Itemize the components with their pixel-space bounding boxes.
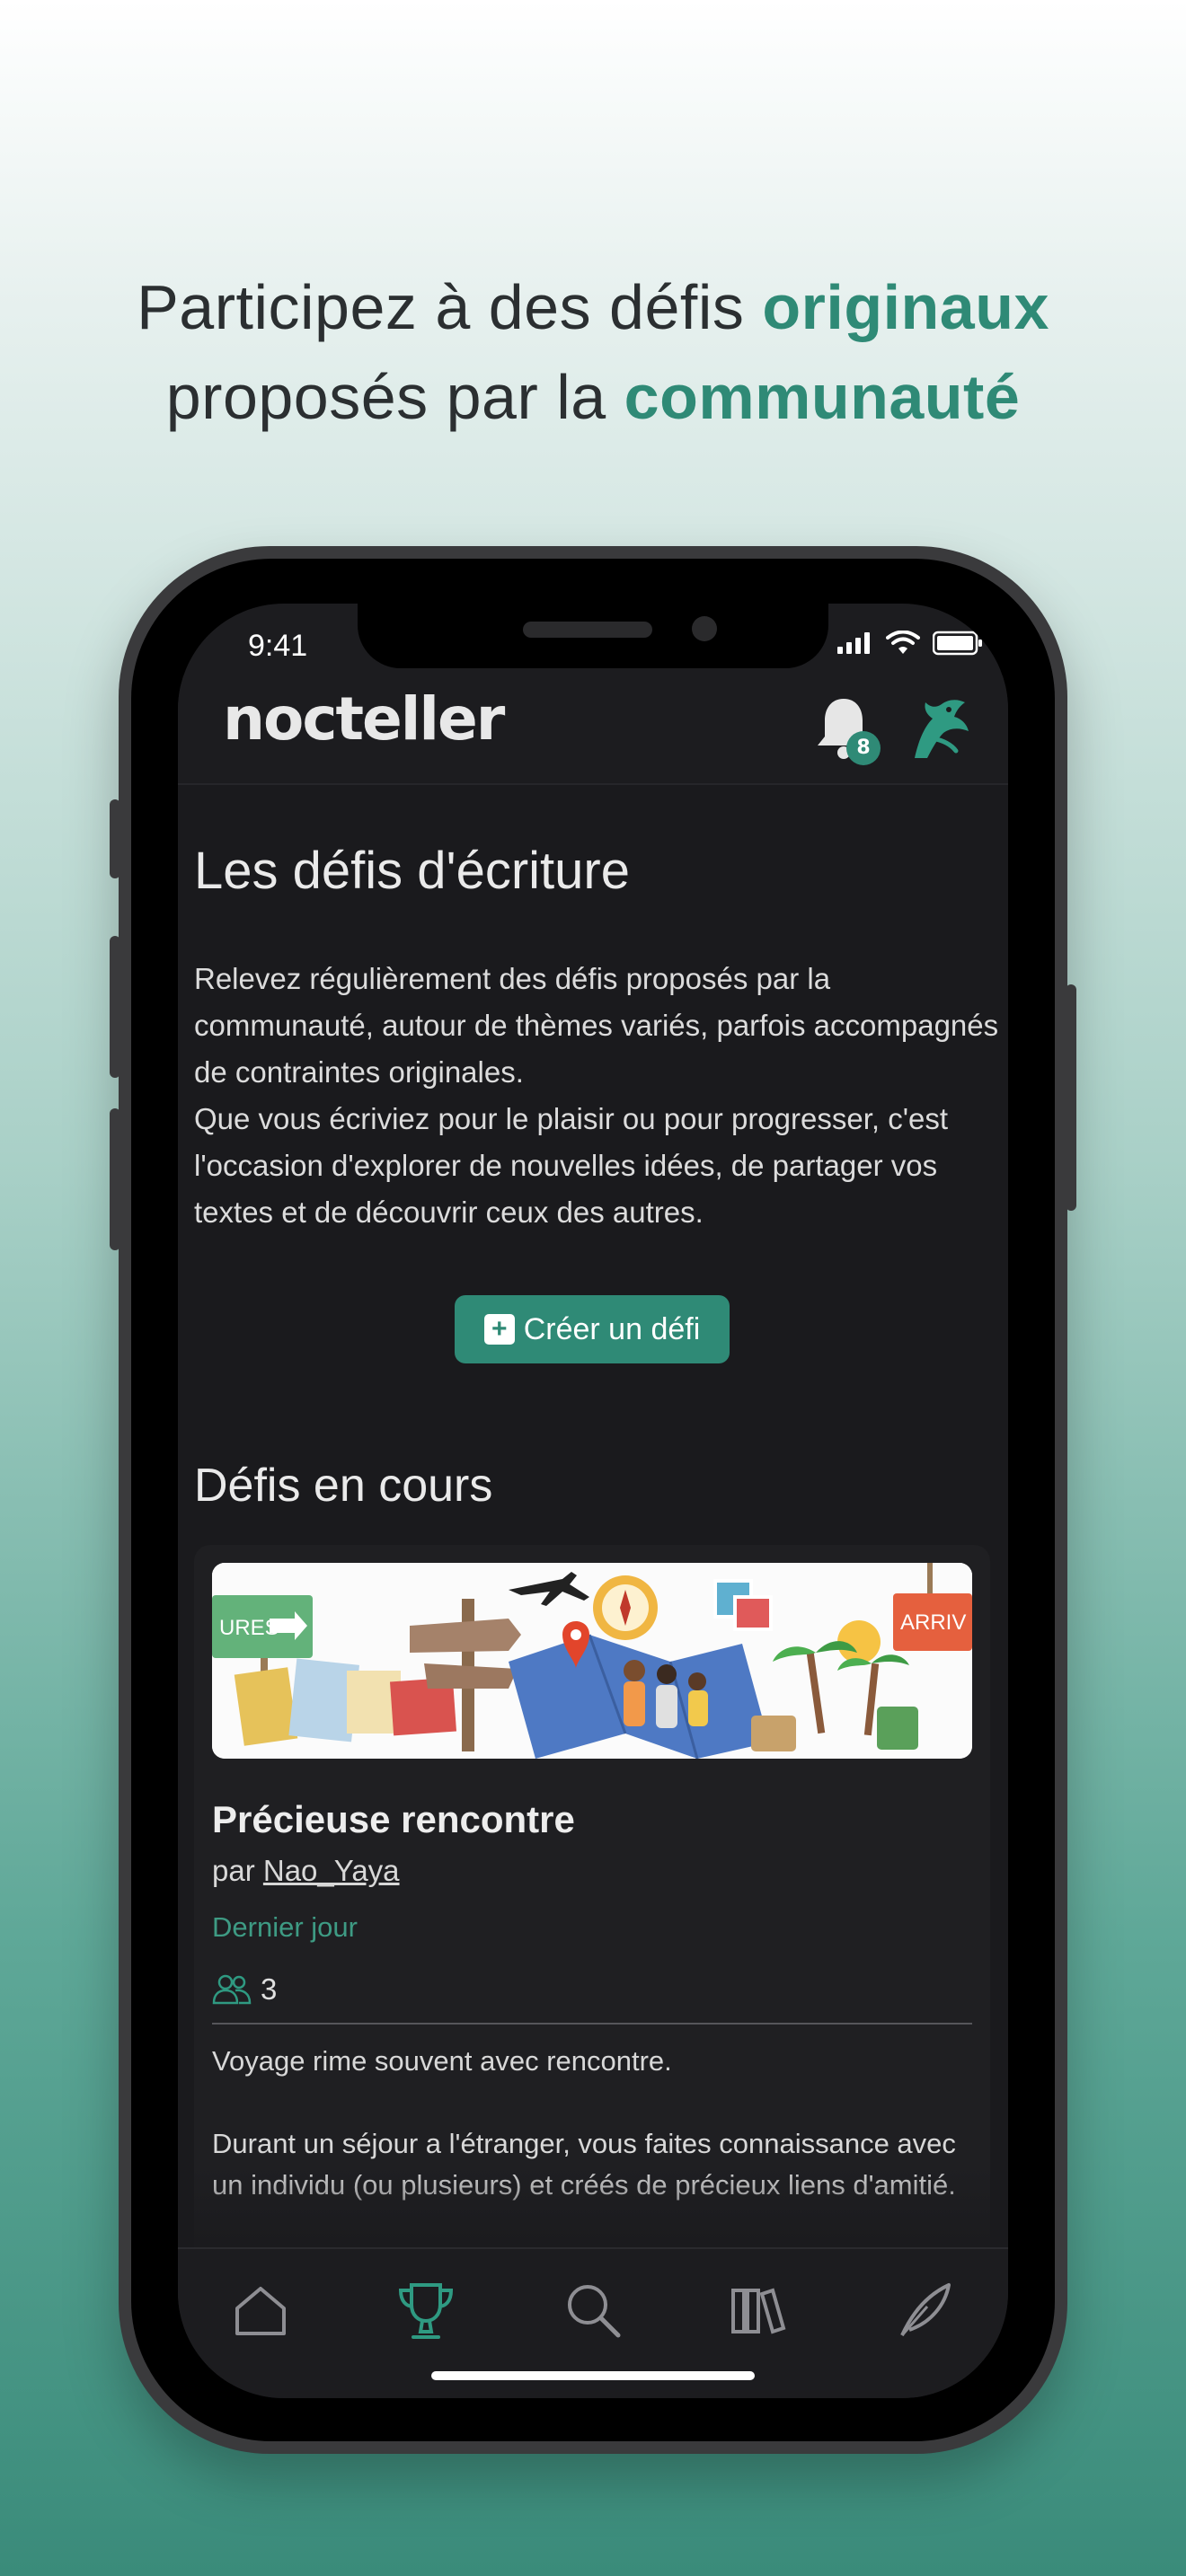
participants-number: 3: [261, 1972, 278, 2006]
app-header: nocteller 8: [178, 675, 1008, 785]
challenge-author: par Nao_Yaya: [212, 1854, 400, 1888]
library-icon[interactable]: [722, 2274, 794, 2346]
description-paragraph-1: Voyage rime souvent avec rencontre.: [212, 2045, 672, 2077]
power-button: [1066, 984, 1076, 1211]
search-icon[interactable]: [557, 2274, 629, 2346]
intro-paragraph-1: Relevez régulièrement des défis proposés…: [194, 962, 999, 1089]
status-time: 9:41: [248, 629, 308, 663]
challenge-title[interactable]: Précieuse rencontre: [212, 1798, 575, 1841]
plus-icon: +: [483, 1314, 515, 1345]
signal-icon: [837, 632, 870, 654]
author-prefix: par: [212, 1854, 263, 1887]
intro-paragraph-2: Que vous écriviez pour le plaisir ou pou…: [194, 1102, 949, 1229]
trophy-icon[interactable]: [390, 2274, 462, 2346]
headline-highlight: communauté: [624, 362, 1021, 432]
scroll-fade: [178, 2166, 1008, 2247]
home-indicator[interactable]: [431, 2371, 755, 2380]
headline-text: proposés par la: [165, 362, 624, 432]
intro-text: Relevez régulièrement des défis proposés…: [194, 956, 1003, 1236]
headline-line-1: Participez à des défis originaux: [0, 262, 1186, 352]
avatar[interactable]: [897, 688, 972, 763]
marketing-headline: Participez à des défis originaux proposé…: [0, 262, 1186, 442]
card-divider: [212, 2023, 972, 2025]
status-icons: [837, 631, 983, 656]
section-title: Défis en cours: [194, 1460, 493, 1512]
speaker-grille: [523, 622, 652, 638]
create-challenge-label: Créer un défi: [523, 1311, 701, 1346]
phone-screen: 9:41 nocteller 8 Les défis d'écriture Re…: [178, 604, 1008, 2398]
quill-icon[interactable]: [888, 2274, 960, 2346]
front-camera: [692, 616, 717, 641]
challenge-card[interactable]: URES ARRIV Précieuse rencontre par Nao_Y…: [194, 1545, 990, 2247]
challenge-banner-image: URES ARRIV: [212, 1563, 972, 1759]
volume-up-button: [110, 936, 120, 1078]
app-logo[interactable]: nocteller: [223, 684, 505, 754]
headline-text: Participez à des défis: [137, 272, 763, 342]
battery-icon: [933, 631, 982, 656]
participants-count: 3: [212, 1972, 277, 2007]
volume-down-button: [110, 1108, 120, 1250]
scroll-content[interactable]: Les défis d'écriture Relevez régulièreme…: [178, 785, 1008, 2247]
wifi-icon: [886, 631, 920, 654]
description-spacer: [212, 2082, 972, 2123]
headline-highlight: originaux: [762, 272, 1049, 342]
notch: [358, 604, 828, 668]
create-challenge-button[interactable]: + Créer un défi: [455, 1295, 730, 1363]
challenge-deadline: Dernier jour: [212, 1911, 358, 1943]
banner-right-sign-text: ARRIV: [900, 1610, 966, 1635]
mute-switch: [110, 799, 120, 878]
people-icon: [212, 1974, 252, 2005]
headline-line-2: proposés par la communauté: [0, 352, 1186, 442]
notification-badge: 8: [846, 731, 881, 765]
author-link[interactable]: Nao_Yaya: [263, 1854, 400, 1887]
page-title: Les défis d'écriture: [194, 842, 630, 900]
home-icon[interactable]: [225, 2274, 296, 2346]
